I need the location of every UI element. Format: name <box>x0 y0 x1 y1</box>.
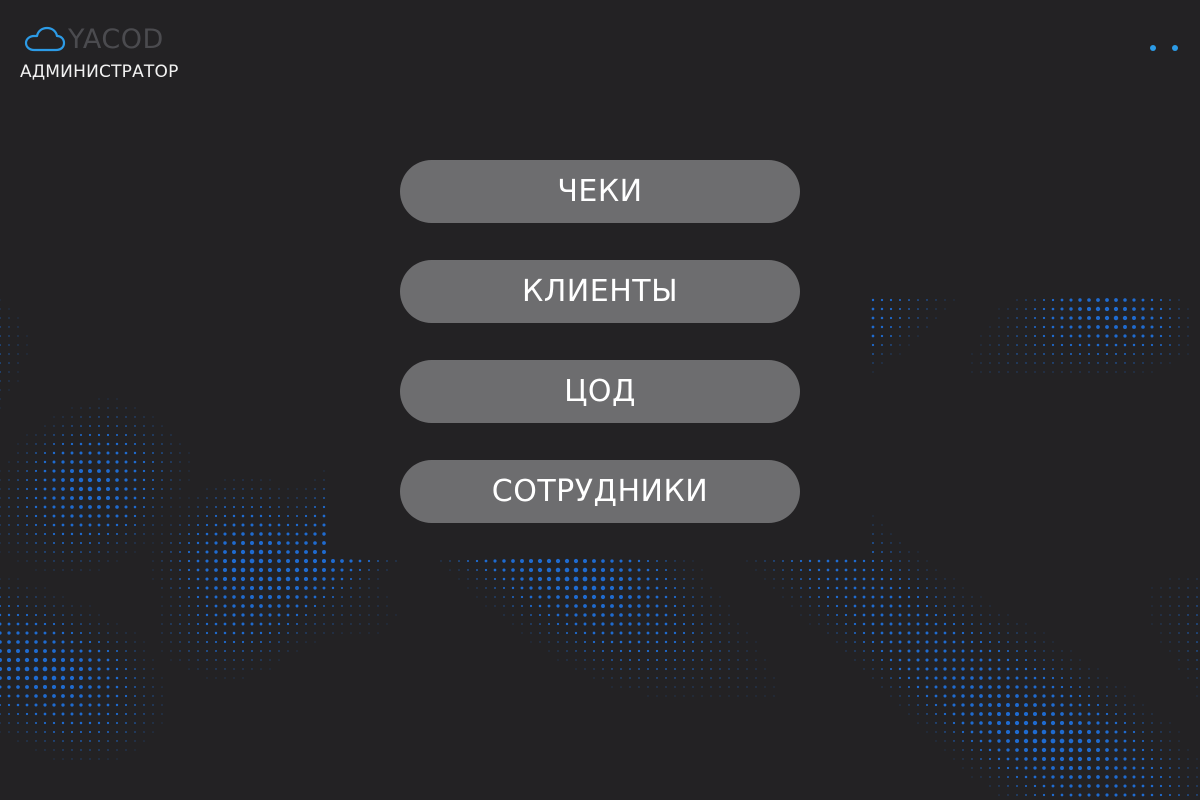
dot <box>1150 45 1156 51</box>
user-role: АДМИНИСТРАТОР <box>20 62 179 82</box>
clients-button[interactable]: КЛИЕНТЫ <box>400 260 800 323</box>
receipts-button[interactable]: ЧЕКИ <box>400 160 800 223</box>
dot <box>1172 45 1178 51</box>
app-header: YACOD АДМИНИСТРАТОР <box>20 24 179 84</box>
employees-button[interactable]: СОТРУДНИКИ <box>400 460 800 523</box>
more-dots-icon[interactable] <box>1150 42 1178 54</box>
brand-name: YACOD <box>68 24 164 55</box>
cloud-icon <box>24 26 66 52</box>
logo: YACOD <box>20 24 179 56</box>
main-menu: ЧЕКИ КЛИЕНТЫ ЦОД СОТРУДНИКИ <box>400 160 800 560</box>
data-center-button[interactable]: ЦОД <box>400 360 800 423</box>
